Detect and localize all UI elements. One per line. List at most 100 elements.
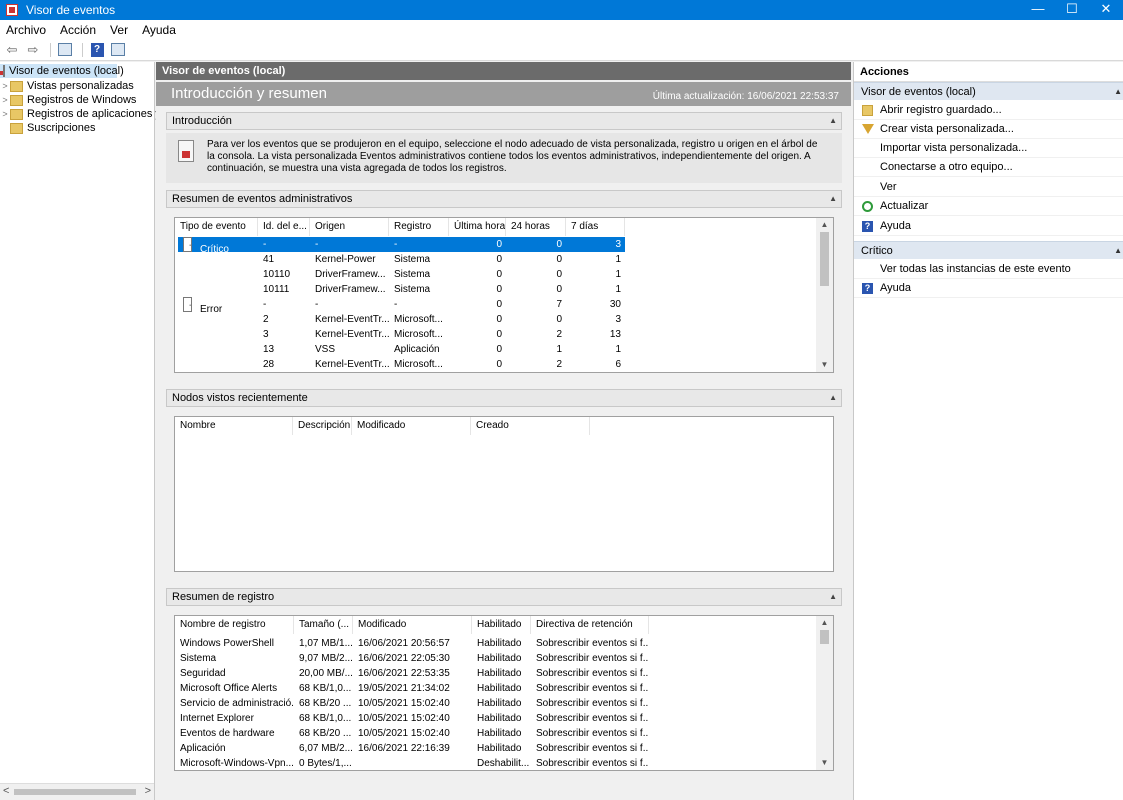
table-row[interactable]: −Error - - - 0 7 30 bbox=[178, 297, 625, 312]
column-header[interactable]: Creado bbox=[471, 417, 590, 435]
table-row[interactable]: Servicio de administració... 68 KB/20 ..… bbox=[175, 696, 649, 711]
tree-item-subscriptions[interactable]: Suscripciones bbox=[0, 121, 95, 135]
show-action-pane-button[interactable] bbox=[109, 42, 127, 58]
menu-ayuda[interactable]: Ayuda bbox=[142, 23, 176, 37]
last-7d: 30 bbox=[609, 299, 621, 310]
section-log-summary-header[interactable]: Resumen de registro ▲ bbox=[166, 588, 842, 606]
table-row[interactable]: 3 Kernel-EventTr... Microsoft... 0 2 13 bbox=[178, 327, 625, 342]
section-admin-summary-header[interactable]: Resumen de eventos administrativos ▲ bbox=[166, 190, 842, 208]
table-row[interactable]: 2 Kernel-EventTr... Microsoft... 0 0 3 bbox=[178, 312, 625, 327]
log-retention: Sobrescribir eventos si f... bbox=[536, 668, 649, 679]
collapse-node-icon[interactable]: − bbox=[183, 237, 192, 252]
table-row[interactable]: 13 VSS Aplicación 0 1 1 bbox=[178, 342, 625, 357]
action-open-saved-log[interactable]: Abrir registro guardado... bbox=[854, 101, 1123, 120]
column-header[interactable]: Nombre de registro bbox=[175, 616, 294, 634]
action-view-all-instances[interactable]: Ver todas las instancias de este evento bbox=[854, 260, 1123, 279]
section-introduction-header[interactable]: Introducción ▲ bbox=[166, 112, 842, 130]
collapse-icon[interactable]: ▲ bbox=[1114, 83, 1122, 101]
scroll-down-icon[interactable]: ▼ bbox=[816, 358, 833, 372]
collapse-icon[interactable]: ▲ bbox=[829, 113, 837, 129]
table-row[interactable]: −Crítico - - - 0 0 3 bbox=[178, 237, 625, 252]
action-create-custom-view[interactable]: Crear vista personalizada... bbox=[854, 120, 1123, 139]
table-row[interactable]: 28 Kernel-EventTr... Microsoft... 0 2 6 bbox=[178, 357, 625, 372]
table-row[interactable]: Eventos de hardware 68 KB/20 ... 10/05/2… bbox=[175, 726, 649, 741]
column-header[interactable]: Nombre bbox=[175, 417, 293, 435]
action-view[interactable]: Ver bbox=[854, 178, 1123, 197]
tree-horizontal-scrollbar[interactable]: < > bbox=[0, 783, 154, 800]
menu-archivo[interactable]: Archivo bbox=[6, 23, 46, 37]
table-row[interactable]: Microsoft Office Alerts 68 KB/1,0... 19/… bbox=[175, 681, 649, 696]
table-row[interactable]: Windows PowerShell 1,07 MB/1... 16/06/20… bbox=[175, 636, 649, 651]
column-header[interactable]: Tamaño (... bbox=[294, 616, 353, 634]
table-row[interactable]: Aplicación 6,07 MB/2... 16/06/2021 22:16… bbox=[175, 741, 649, 756]
scroll-up-icon[interactable]: ▲ bbox=[816, 218, 833, 232]
minimize-button[interactable]: — bbox=[1021, 0, 1055, 20]
close-button[interactable]: ✕ bbox=[1089, 0, 1123, 20]
scroll-down-icon[interactable]: ▼ bbox=[816, 756, 833, 770]
section-recent-nodes-header[interactable]: Nodos vistos recientemente ▲ bbox=[166, 389, 842, 407]
help-button[interactable]: ? bbox=[88, 42, 106, 58]
table-row[interactable]: 10111 DriverFramew... Sistema 0 0 1 bbox=[178, 282, 625, 297]
menu-accion[interactable]: Acción bbox=[60, 23, 96, 37]
column-header[interactable]: 7 días bbox=[566, 218, 625, 236]
log-summary-vertical-scrollbar[interactable]: ▲ ▼ bbox=[816, 616, 833, 770]
menu-ver[interactable]: Ver bbox=[110, 23, 128, 37]
action-help-critical[interactable]: ? Ayuda bbox=[854, 279, 1123, 298]
action-label: Actualizar bbox=[880, 200, 929, 212]
scroll-thumb[interactable] bbox=[14, 789, 136, 795]
tree-item-windows-logs[interactable]: > Registros de Windows bbox=[0, 93, 136, 107]
event-source: Kernel-EventTr... bbox=[315, 329, 389, 340]
log-enabled: Habilitado bbox=[477, 713, 522, 724]
column-header[interactable]: Modificado bbox=[352, 417, 471, 435]
section-title: Nodos vistos recientemente bbox=[172, 392, 308, 404]
scroll-left-icon[interactable]: < bbox=[3, 785, 9, 797]
tree-item-event-viewer-local[interactable]: Visor de eventos (local) bbox=[0, 64, 124, 78]
table-row[interactable]: 10110 DriverFramew... Sistema 0 0 1 bbox=[178, 267, 625, 282]
table-row[interactable]: Internet Explorer 68 KB/1,0... 10/05/202… bbox=[175, 711, 649, 726]
show-hide-tree-button[interactable] bbox=[56, 42, 74, 58]
back-arrow-icon[interactable]: ⇦ bbox=[3, 42, 21, 58]
actions-section-event-viewer[interactable]: Visor de eventos (local) ▲ bbox=[854, 82, 1123, 100]
actions-section-critical[interactable]: Crítico ▲ bbox=[854, 241, 1123, 259]
table-row[interactable]: Microsoft-Windows-Vpn... 0 Bytes/1,... D… bbox=[175, 756, 649, 771]
tree-item-app-service-logs[interactable]: > Registros de aplicaciones y s bbox=[0, 107, 169, 121]
action-import-custom-view[interactable]: Importar vista personalizada... bbox=[854, 139, 1123, 158]
column-header[interactable]: Última hora bbox=[449, 218, 506, 236]
table-row[interactable]: 41 Kernel-Power Sistema 0 0 1 bbox=[178, 252, 625, 267]
column-header[interactable]: Descripción bbox=[293, 417, 352, 435]
column-header[interactable]: Registro bbox=[389, 218, 449, 236]
scroll-thumb[interactable] bbox=[820, 630, 829, 644]
scroll-thumb[interactable] bbox=[820, 232, 829, 286]
column-header[interactable]: Origen bbox=[310, 218, 389, 236]
scroll-up-icon[interactable]: ▲ bbox=[816, 616, 833, 630]
expand-arrow-icon[interactable]: > bbox=[0, 109, 10, 119]
table-row[interactable]: Seguridad 20,00 MB/... 16/06/2021 22:53:… bbox=[175, 666, 649, 681]
log-retention: Sobrescribir eventos si f... bbox=[536, 638, 649, 649]
recent-nodes-table: Nombre Descripción Modificado Creado bbox=[174, 416, 834, 572]
action-help[interactable]: ? Ayuda bbox=[854, 217, 1123, 236]
column-header[interactable]: Directiva de retención bbox=[531, 616, 649, 634]
collapse-icon[interactable]: ▲ bbox=[829, 390, 837, 406]
maximize-button[interactable]: ☐ bbox=[1055, 0, 1089, 20]
tree-item-custom-views[interactable]: > Vistas personalizadas bbox=[0, 79, 133, 93]
collapse-icon[interactable]: ▲ bbox=[829, 191, 837, 207]
column-header[interactable]: 24 horas bbox=[506, 218, 566, 236]
collapse-node-icon[interactable]: − bbox=[183, 297, 192, 312]
expand-arrow-icon[interactable]: > bbox=[0, 95, 10, 105]
column-header[interactable]: Modificado bbox=[353, 616, 472, 634]
collapse-icon[interactable]: ▲ bbox=[829, 589, 837, 605]
admin-summary-vertical-scrollbar[interactable]: ▲ ▼ bbox=[816, 218, 833, 372]
expand-arrow-icon[interactable]: > bbox=[0, 81, 10, 91]
collapse-icon[interactable]: ▲ bbox=[1114, 242, 1122, 260]
log-modified bbox=[353, 756, 472, 771]
column-header[interactable]: Tipo de evento bbox=[175, 218, 258, 236]
action-refresh[interactable]: Actualizar bbox=[854, 197, 1123, 216]
scroll-right-icon[interactable]: > bbox=[145, 785, 151, 797]
table-row[interactable]: Sistema 9,07 MB/2... 16/06/2021 22:05:30… bbox=[175, 651, 649, 666]
help-icon: ? bbox=[90, 42, 104, 57]
action-connect-other-computer[interactable]: Conectarse a otro equipo... bbox=[854, 158, 1123, 177]
column-header[interactable]: Habilitado bbox=[472, 616, 531, 634]
forward-arrow-icon[interactable]: ⇨ bbox=[24, 42, 42, 58]
tree-item-label: Suscripciones bbox=[27, 122, 96, 134]
column-header[interactable]: Id. del e... bbox=[258, 218, 310, 236]
